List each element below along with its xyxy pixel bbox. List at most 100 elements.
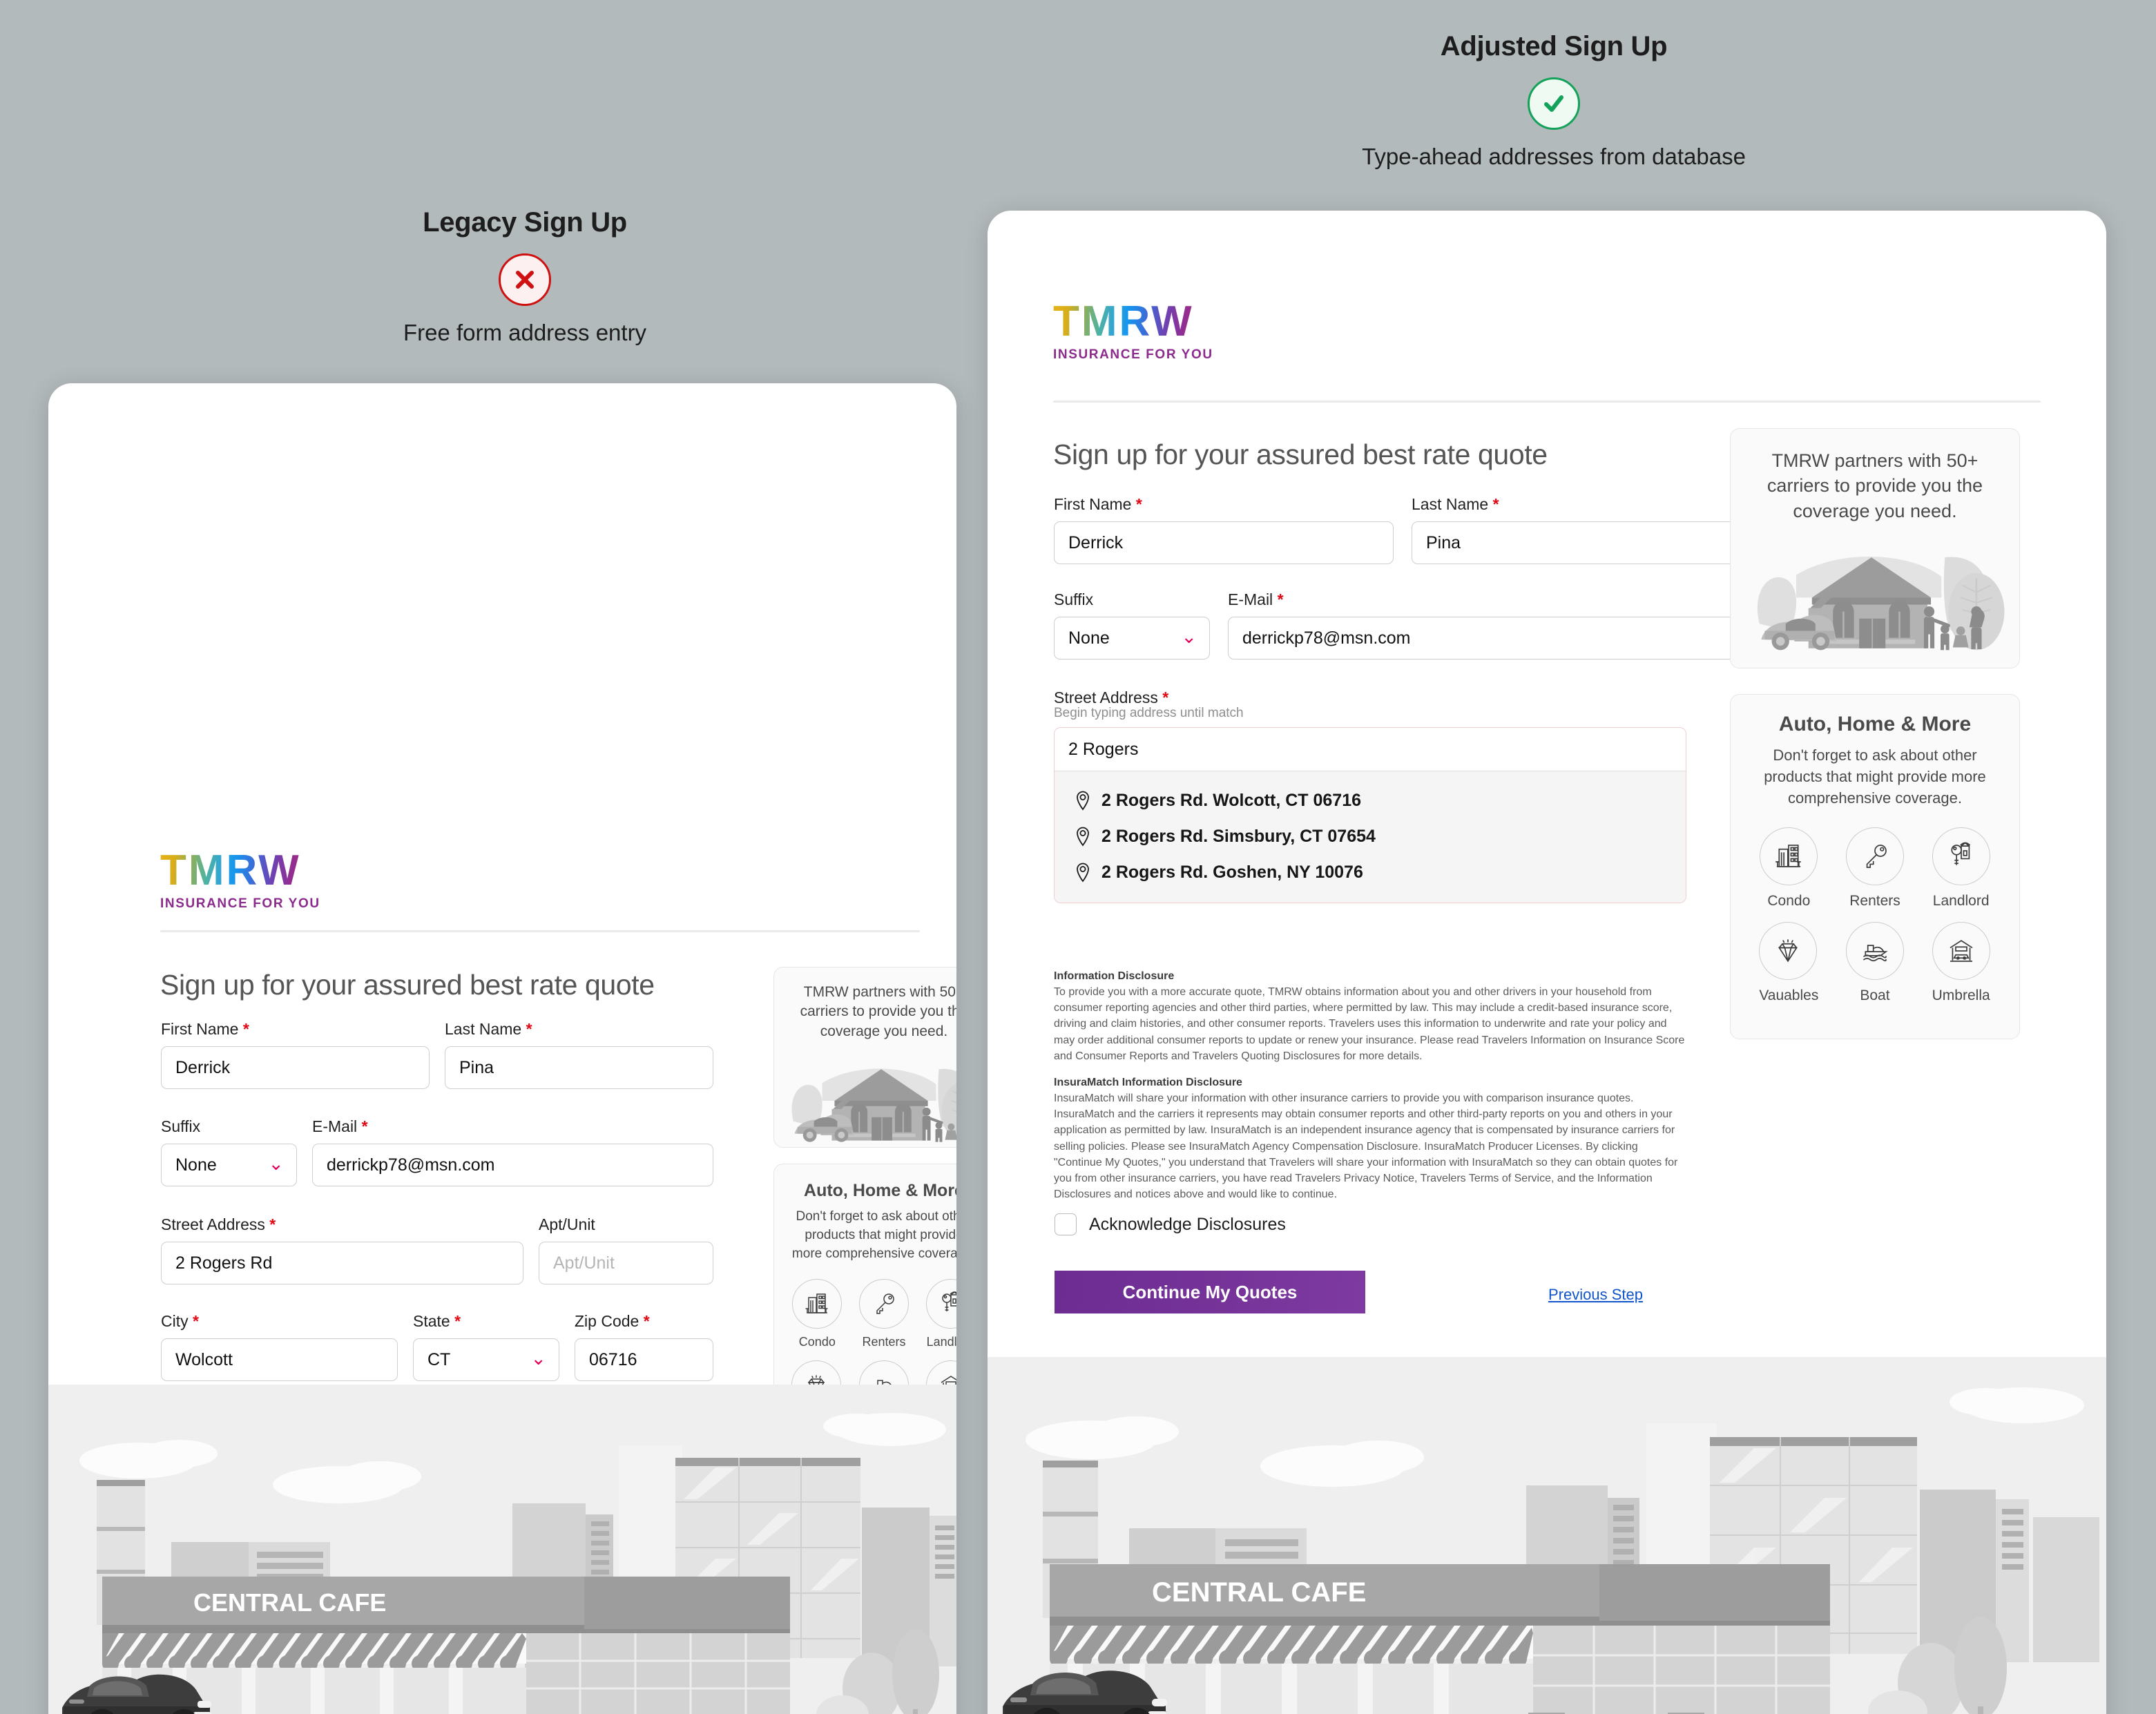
legacy-title: Legacy Sign Up [423,207,627,238]
state-label: State * [413,1312,461,1330]
state-select[interactable]: CT ⌄ [413,1338,559,1381]
product-label: Renters [862,1334,906,1349]
acknowledge-row[interactable]: Acknowledge Disclosures [1055,1213,1286,1235]
zip-label: Zip Code * [575,1312,650,1330]
last-name-group: Last Name * Pina [445,1020,713,1089]
email-group: E-Mail * derrickp78@msn.com [1228,590,1751,659]
chevron-down-icon: ⌄ [530,1348,546,1369]
required-asterisk: * [193,1312,199,1330]
address-typeahead[interactable]: 2 Rogers 2 Rogers Rd. Wolcott, CT 06716 [1054,727,1686,903]
first-name-input[interactable]: Derrick [161,1046,430,1089]
product-condo[interactable]: Condo [792,1278,843,1349]
required-asterisk: * [643,1312,650,1330]
required-asterisk: * [1492,495,1499,513]
address-suggestion-item[interactable]: 2 Rogers Rd. Simsbury, CT 07654 [1055,818,1686,854]
required-asterisk: * [454,1312,461,1330]
required-asterisk: * [1135,495,1142,513]
legacy-signup-panel: TMRW INSURANCE FOR YOU Sign up for your … [48,383,956,1714]
suffix-select[interactable]: None ⌄ [161,1144,297,1186]
last-name-label: Last Name * [1412,495,1499,513]
map-pin-icon [1077,827,1089,847]
product-renters[interactable]: Renters [1845,827,1904,909]
key-icon [858,1278,909,1329]
key-with-house-tag-icon [925,1278,956,1329]
street-address-hint: Begin typing address until match [1054,706,1244,720]
products-card-title: Auto, Home & More [1778,713,1972,735]
suffix-select[interactable]: None ⌄ [1054,617,1210,659]
city-scene-legacy: CENTRAL CAFE [48,1385,956,1714]
street-address-input[interactable]: 2 Rogers [1055,728,1686,771]
last-name-label: Last Name * [445,1020,532,1038]
email-input[interactable]: derrickp78@msn.com [1228,617,1751,659]
product-boat[interactable]: Boat [1845,921,1904,1004]
house-family-car-illustration [791,1068,956,1142]
product-condo[interactable]: Condo [1760,827,1818,909]
street-address-group: Street Address * 2 Rogers Rd [161,1215,523,1284]
x-mark-icon [499,253,551,306]
first-name-group: First Name * Derrick [161,1020,430,1089]
state-group: State * CT ⌄ [413,1312,559,1381]
first-name-group: First Name * Derrick [1054,495,1394,564]
comparison-canvas: Legacy Sign Up Free form address entry A… [0,0,2156,1714]
continue-my-quotes-button[interactable]: Continue My Quotes [1055,1271,1365,1313]
legacy-subtitle: Free form address entry [403,320,647,345]
brand-logo-legacy: TMRW INSURANCE FOR YOU [160,849,892,912]
last-name-input[interactable]: Pina [1412,521,1751,564]
city-label: City * [161,1312,199,1330]
product-vauables[interactable]: Vauables [1759,921,1819,1004]
previous-step-link[interactable]: Previous Step [1548,1286,1643,1304]
city-scene-adjusted: CENTRAL CAFE [988,1357,2106,1714]
city-group: City * Wolcott [161,1312,398,1381]
address-suggestions-list: 2 Rogers Rd. Wolcott, CT 06716 2 Rogers … [1055,771,1686,903]
acknowledge-checkbox[interactable] [1055,1213,1077,1235]
key-with-house-tag-icon [1932,827,1990,885]
adjusted-title: Adjusted Sign Up [1440,31,1668,61]
product-landlord[interactable]: Landlord [1932,827,1990,909]
product-label: Landlord [926,1334,956,1349]
product-label: Boat [1860,987,1890,1003]
products-card-body: Don't forget to ask about other products… [1764,747,1986,807]
last-name-input[interactable]: Pina [445,1046,713,1089]
address-suggestion-item[interactable]: 2 Rogers Rd. Goshen, NY 10076 [1055,854,1686,890]
product-label: Condo [798,1334,836,1349]
check-mark-icon [1528,77,1580,130]
required-asterisk: * [269,1215,276,1233]
garage-car-icon [1932,921,1990,980]
brand-wordmark: TMRW [160,847,301,894]
chevron-down-icon: ⌄ [1181,626,1197,648]
product-label: Vauables [1759,987,1819,1003]
email-input[interactable]: derrickp78@msn.com [312,1144,713,1186]
required-asterisk: * [1162,689,1169,706]
chevron-down-icon: ⌄ [268,1153,284,1175]
suffix-group: Suffix None ⌄ [161,1117,297,1186]
street-address-label: Street Address * [161,1215,276,1233]
address-suggestion-item[interactable]: 2 Rogers Rd. Wolcott, CT 06716 [1055,782,1686,818]
brand-tagline: INSURANCE FOR YOU [160,896,320,911]
product-landlord[interactable]: Landlord [925,1278,956,1349]
first-name-label: First Name * [161,1020,249,1038]
adjusted-subtitle: Type-ahead addresses from database [1362,144,1746,169]
first-name-input[interactable]: Derrick [1054,521,1394,564]
legacy-annotation: Legacy Sign Up Free form address entry [318,207,732,346]
product-label: Umbrella [1932,987,1990,1003]
acknowledge-label: Acknowledge Disclosures [1089,1214,1286,1234]
diamond-icon [1759,921,1818,980]
city-input[interactable]: Wolcott [161,1338,398,1381]
partners-card: TMRW partners with 50+ carriers to provi… [773,967,956,1148]
zip-input[interactable]: 06716 [575,1338,713,1381]
apt-unit-input[interactable]: Apt/Unit [539,1242,713,1284]
products-card-body: Don't forget to ask about other products… [791,1209,956,1261]
disclosure-2-title: InsuraMatch Information Disclosure [1054,1076,1242,1088]
suffix-group: Suffix None ⌄ [1054,590,1210,659]
map-pin-icon [1077,791,1089,811]
products-grid: Condo Renters [1731,823,2019,1004]
brand-wordmark: TMRW [1053,298,1194,345]
products-card-title: Auto, Home & More [804,1181,956,1200]
product-label: Landlord [1932,892,1990,909]
product-renters[interactable]: Renters [858,1278,909,1349]
condo-building-icon [1760,827,1818,885]
street-address-input[interactable]: 2 Rogers Rd [161,1242,523,1284]
key-icon [1845,827,1904,885]
header-divider [160,930,920,932]
product-umbrella[interactable]: Umbrella [1932,921,1990,1004]
